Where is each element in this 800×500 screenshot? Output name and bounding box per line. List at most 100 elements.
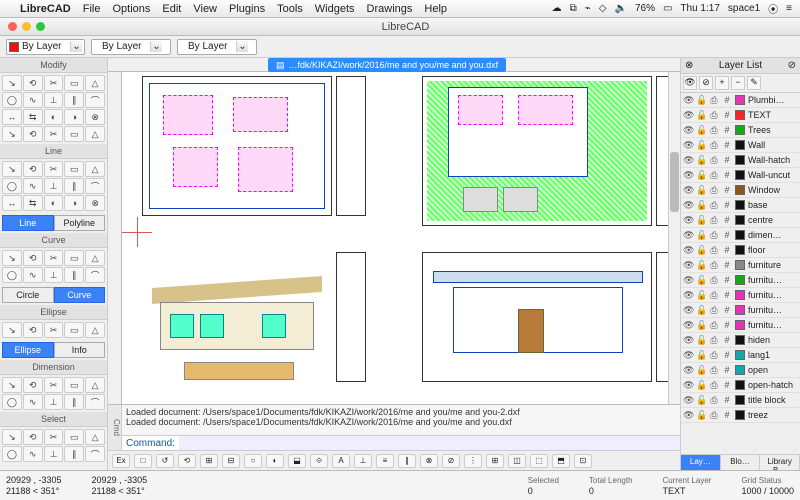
- freeze-icon[interactable]: #: [722, 155, 732, 165]
- cloud-icon[interactable]: ☁: [552, 3, 562, 14]
- layer-color-swatch[interactable]: [735, 395, 745, 405]
- lock-icon[interactable]: 🔓: [696, 260, 706, 271]
- notifications-icon[interactable]: ≡: [786, 3, 792, 14]
- tool-button[interactable]: △: [85, 126, 105, 142]
- lock-icon[interactable]: 🔓: [696, 95, 706, 106]
- eye-icon[interactable]: 👁: [683, 185, 693, 196]
- print-icon[interactable]: ⎙: [709, 290, 719, 301]
- lock-icon[interactable]: 🔓: [696, 290, 706, 301]
- snap-button[interactable]: ⬓: [288, 454, 306, 468]
- eye-icon[interactable]: 👁: [683, 320, 693, 331]
- tool-button[interactable]: ✂: [44, 75, 64, 91]
- panel-tab-blocks[interactable]: Blo…: [721, 455, 761, 470]
- tool-button[interactable]: ∿: [23, 92, 43, 108]
- eye-icon[interactable]: 👁: [683, 95, 693, 106]
- print-icon[interactable]: ⎙: [709, 245, 719, 256]
- command-panel-grip[interactable]: Cmd: [108, 405, 122, 450]
- wifi-icon[interactable]: ◇: [599, 3, 607, 14]
- freeze-icon[interactable]: #: [722, 365, 732, 375]
- freeze-icon[interactable]: #: [722, 200, 732, 210]
- lock-icon[interactable]: 🔓: [696, 380, 706, 391]
- layer-color-swatch[interactable]: [735, 290, 745, 300]
- freeze-icon[interactable]: #: [722, 350, 732, 360]
- tab-ellipse[interactable]: Ellipse: [2, 342, 54, 358]
- snap-button[interactable]: ⊞: [200, 454, 218, 468]
- tool-button[interactable]: ↘: [2, 429, 22, 445]
- snap-button[interactable]: ↺: [156, 454, 174, 468]
- freeze-icon[interactable]: #: [722, 275, 732, 285]
- print-icon[interactable]: ⎙: [709, 275, 719, 286]
- lock-icon[interactable]: 🔓: [696, 110, 706, 121]
- layer-color-swatch[interactable]: [735, 410, 745, 420]
- tool-button[interactable]: ◯: [2, 92, 22, 108]
- freeze-icon[interactable]: #: [722, 230, 732, 240]
- document-tab[interactable]: ▤ …fdk/KIKAZI/work/2016/me and you/me an…: [268, 58, 506, 72]
- menu-view[interactable]: View: [193, 3, 217, 15]
- freeze-icon[interactable]: #: [722, 245, 732, 255]
- spotlight-icon[interactable]: ⦿: [768, 1, 778, 16]
- tab-line[interactable]: Line: [2, 215, 54, 231]
- layer-row[interactable]: 👁🔓⎙#hiden: [681, 333, 800, 348]
- freeze-icon[interactable]: #: [722, 320, 732, 330]
- print-icon[interactable]: ⎙: [709, 125, 719, 136]
- tool-button[interactable]: ⟲: [23, 250, 43, 266]
- clock[interactable]: Thu 1:17: [680, 3, 719, 14]
- tool-button[interactable]: ◯: [2, 394, 22, 410]
- layer-row[interactable]: 👁🔓⎙#Wall-hatch: [681, 153, 800, 168]
- tool-button[interactable]: ✂: [44, 126, 64, 142]
- eye-icon[interactable]: 👁: [683, 380, 693, 391]
- freeze-icon[interactable]: #: [722, 335, 732, 345]
- eye-icon[interactable]: 👁: [683, 170, 693, 181]
- layer-color-swatch[interactable]: [735, 185, 745, 195]
- lock-icon[interactable]: 🔓: [696, 215, 706, 226]
- layer-color-swatch[interactable]: [735, 365, 745, 375]
- print-icon[interactable]: ⎙: [709, 380, 719, 391]
- lock-icon[interactable]: 🔓: [696, 125, 706, 136]
- tab-info[interactable]: Info: [54, 342, 106, 358]
- tool-button[interactable]: ✂: [44, 250, 64, 266]
- snap-button[interactable]: ∥: [398, 454, 416, 468]
- tool-button[interactable]: ▭: [64, 161, 84, 177]
- eye-icon[interactable]: 👁: [683, 140, 693, 151]
- command-input[interactable]: [179, 436, 680, 450]
- layer-color-swatch[interactable]: [735, 215, 745, 225]
- print-icon[interactable]: ⎙: [709, 155, 719, 166]
- layer-row[interactable]: 👁🔓⎙#Window: [681, 183, 800, 198]
- menu-drawings[interactable]: Drawings: [367, 3, 413, 15]
- snap-button[interactable]: ○: [244, 454, 262, 468]
- tool-button[interactable]: ∥: [64, 394, 84, 410]
- tool-button[interactable]: ⟲: [23, 161, 43, 177]
- tool-button[interactable]: ∥: [64, 92, 84, 108]
- freeze-icon[interactable]: #: [722, 140, 732, 150]
- layer-row[interactable]: 👁🔓⎙#Plumbi…: [681, 93, 800, 108]
- layer-color-swatch[interactable]: [735, 320, 745, 330]
- tool-button[interactable]: ⟲: [23, 322, 43, 338]
- eye-icon[interactable]: 👁: [683, 305, 693, 316]
- tab-circle[interactable]: Circle: [2, 287, 54, 303]
- eye-icon[interactable]: 👁: [683, 290, 693, 301]
- layer-color-swatch[interactable]: [735, 125, 745, 135]
- snap-button[interactable]: ◐: [266, 454, 284, 468]
- tool-button[interactable]: ⌒: [85, 267, 105, 283]
- print-icon[interactable]: ⎙: [709, 170, 719, 181]
- tool-button[interactable]: ⌒: [85, 92, 105, 108]
- tool-button[interactable]: ◐: [44, 195, 64, 211]
- tool-button[interactable]: △: [85, 377, 105, 393]
- eye-icon[interactable]: 👁: [683, 125, 693, 136]
- tool-button[interactable]: ⇆: [23, 109, 43, 125]
- print-icon[interactable]: ⎙: [709, 320, 719, 331]
- eye-icon[interactable]: 👁: [683, 110, 693, 121]
- layer-color-swatch[interactable]: [735, 260, 745, 270]
- tool-button[interactable]: ↔: [2, 109, 22, 125]
- tool-button[interactable]: ∿: [23, 267, 43, 283]
- freeze-icon[interactable]: #: [722, 110, 732, 120]
- print-icon[interactable]: ⎙: [709, 200, 719, 211]
- lock-icon[interactable]: 🔓: [696, 365, 706, 376]
- freeze-icon[interactable]: #: [722, 215, 732, 225]
- tool-button[interactable]: △: [85, 161, 105, 177]
- layer-color-swatch[interactable]: [735, 200, 745, 210]
- tool-button[interactable]: ⊗: [85, 109, 105, 125]
- snap-button[interactable]: ⊘: [442, 454, 460, 468]
- layer-list[interactable]: 👁🔓⎙#Plumbi…👁🔓⎙#TEXT👁🔓⎙#Trees👁🔓⎙#Wall👁🔓⎙#…: [681, 93, 800, 454]
- tool-button[interactable]: ⇆: [23, 195, 43, 211]
